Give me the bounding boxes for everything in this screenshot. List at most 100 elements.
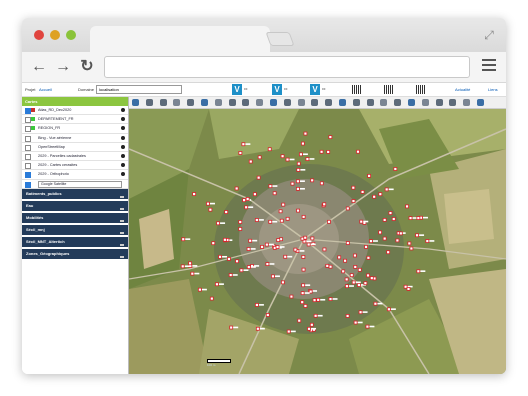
map-feature-marker[interactable] xyxy=(192,192,197,196)
address-bar[interactable] xyxy=(104,56,470,78)
sidebar-header[interactable]: Cartes xyxy=(22,97,128,106)
map-feature-marker[interactable] xyxy=(235,259,239,264)
close-window-button[interactable] xyxy=(34,30,44,40)
map-feature-marker[interactable] xyxy=(300,291,305,296)
map-feature-marker[interactable] xyxy=(372,194,377,199)
map-feature-marker[interactable] xyxy=(300,300,305,305)
minimize-window-button[interactable] xyxy=(50,30,60,40)
pin-icon[interactable] xyxy=(256,99,264,106)
refresh-icon[interactable] xyxy=(159,99,167,106)
download-icon[interactable] xyxy=(120,204,124,210)
map-feature-marker[interactable] xyxy=(239,268,244,273)
layer-row[interactable]: Atlas_RD_Dec2020 xyxy=(22,106,128,116)
basemap-select[interactable]: Google Satellite xyxy=(38,180,122,188)
map-feature-marker[interactable] xyxy=(301,267,306,272)
layer-group[interactable]: Sécil_MNT_Altertich xyxy=(22,236,128,249)
map-feature-marker[interactable] xyxy=(216,221,220,226)
map-feature-marker[interactable] xyxy=(190,271,195,276)
map-feature-marker[interactable] xyxy=(197,287,202,292)
measure-icon[interactable] xyxy=(242,99,250,106)
map-feature-marker[interactable] xyxy=(405,204,409,209)
map-feature-marker[interactable] xyxy=(327,219,331,224)
map-feature-marker[interactable] xyxy=(301,283,306,288)
layer-checkbox[interactable] xyxy=(25,163,31,170)
map-feature-marker[interactable] xyxy=(393,167,398,171)
map-feature-marker[interactable] xyxy=(407,241,412,246)
map-feature-marker[interactable] xyxy=(253,192,257,197)
map-canvas[interactable] xyxy=(129,109,506,374)
partner-logo-v[interactable]: V xyxy=(310,84,320,95)
edit-icon[interactable] xyxy=(421,99,429,106)
download-icon[interactable] xyxy=(120,228,124,234)
map-feature-marker[interactable] xyxy=(290,181,295,186)
map-feature-marker[interactable] xyxy=(244,205,249,210)
map-feature-marker[interactable] xyxy=(305,157,310,161)
map-feature-marker[interactable] xyxy=(209,296,214,301)
map-feature-marker[interactable] xyxy=(364,245,368,249)
text-icon[interactable] xyxy=(408,99,415,106)
help-icon[interactable] xyxy=(463,99,471,106)
map-feature-marker[interactable] xyxy=(345,314,350,318)
map-feature-marker[interactable] xyxy=(245,197,250,201)
download-icon[interactable] xyxy=(120,216,124,222)
forward-arrow-icon[interactable]: → xyxy=(54,58,72,76)
map-feature-marker[interactable] xyxy=(319,181,324,186)
map-feature-marker[interactable] xyxy=(367,173,371,178)
actualite-link[interactable]: Actualité xyxy=(455,87,470,92)
map-feature-marker[interactable] xyxy=(388,211,393,215)
draw-icon[interactable] xyxy=(325,99,333,106)
map-feature-marker[interactable] xyxy=(268,219,273,224)
localisation-select[interactable]: localisation xyxy=(96,85,182,94)
map-feature-marker[interactable] xyxy=(363,281,368,286)
map-feature-marker[interactable] xyxy=(255,326,260,331)
hand-icon[interactable] xyxy=(201,99,208,106)
map-feature-marker[interactable] xyxy=(357,283,361,287)
map-feature-marker[interactable] xyxy=(296,168,301,172)
map-feature-marker[interactable] xyxy=(369,239,373,244)
map-feature-marker[interactable] xyxy=(319,149,324,154)
map-feature-marker[interactable] xyxy=(271,274,275,279)
globe-icon[interactable] xyxy=(132,99,139,106)
map-feature-marker[interactable] xyxy=(254,218,259,222)
map-feature-marker[interactable] xyxy=(395,238,400,243)
map-feature-marker[interactable] xyxy=(246,265,251,269)
globe-icon[interactable] xyxy=(145,99,153,106)
map-feature-marker[interactable] xyxy=(369,276,374,281)
map-feature-marker[interactable] xyxy=(341,269,346,274)
map-feature-marker[interactable] xyxy=(409,246,414,251)
map-feature-marker[interactable] xyxy=(295,179,300,184)
map-feature-marker[interactable] xyxy=(415,233,419,238)
layer-visibility-icon[interactable] xyxy=(121,144,125,149)
map-feature-marker[interactable] xyxy=(351,185,356,190)
map-feature-marker[interactable] xyxy=(322,202,327,207)
map-feature-marker[interactable] xyxy=(356,149,360,154)
partner-logo-v[interactable]: V xyxy=(272,84,282,95)
map-feature-marker[interactable] xyxy=(242,198,246,203)
layer-visibility-icon[interactable] xyxy=(121,153,125,158)
map-feature-marker[interactable] xyxy=(281,280,285,285)
map-feature-marker[interactable] xyxy=(316,297,321,302)
map-feature-marker[interactable] xyxy=(313,313,318,318)
map-feature-marker[interactable] xyxy=(188,261,192,266)
map-feature-marker[interactable] xyxy=(228,273,233,277)
map-feature-marker[interactable] xyxy=(386,307,391,312)
map-feature-marker[interactable] xyxy=(215,282,219,287)
layer-checkbox[interactable] xyxy=(25,181,31,188)
layer-visibility-icon[interactable] xyxy=(121,108,125,112)
map-feature-marker[interactable] xyxy=(238,151,243,155)
map-feature-marker[interactable] xyxy=(425,239,430,243)
map-feature-marker[interactable] xyxy=(345,284,349,289)
new-tab-button[interactable] xyxy=(265,32,295,46)
map-feature-marker[interactable] xyxy=(268,184,273,189)
map-feature-marker[interactable] xyxy=(378,230,382,235)
satellite-map[interactable]: 100 m xyxy=(129,109,506,374)
layer-visibility-icon[interactable] xyxy=(121,163,125,168)
map-feature-marker[interactable] xyxy=(312,298,317,303)
map-feature-marker[interactable] xyxy=(246,247,251,251)
layers-icon[interactable] xyxy=(283,99,291,106)
layer-checkbox[interactable] xyxy=(25,144,31,151)
map-feature-marker[interactable] xyxy=(297,318,302,323)
layer-row[interactable]: OpenStreetMap xyxy=(22,143,128,152)
map-feature-marker[interactable] xyxy=(391,217,396,221)
map-feature-marker[interactable] xyxy=(303,131,308,136)
